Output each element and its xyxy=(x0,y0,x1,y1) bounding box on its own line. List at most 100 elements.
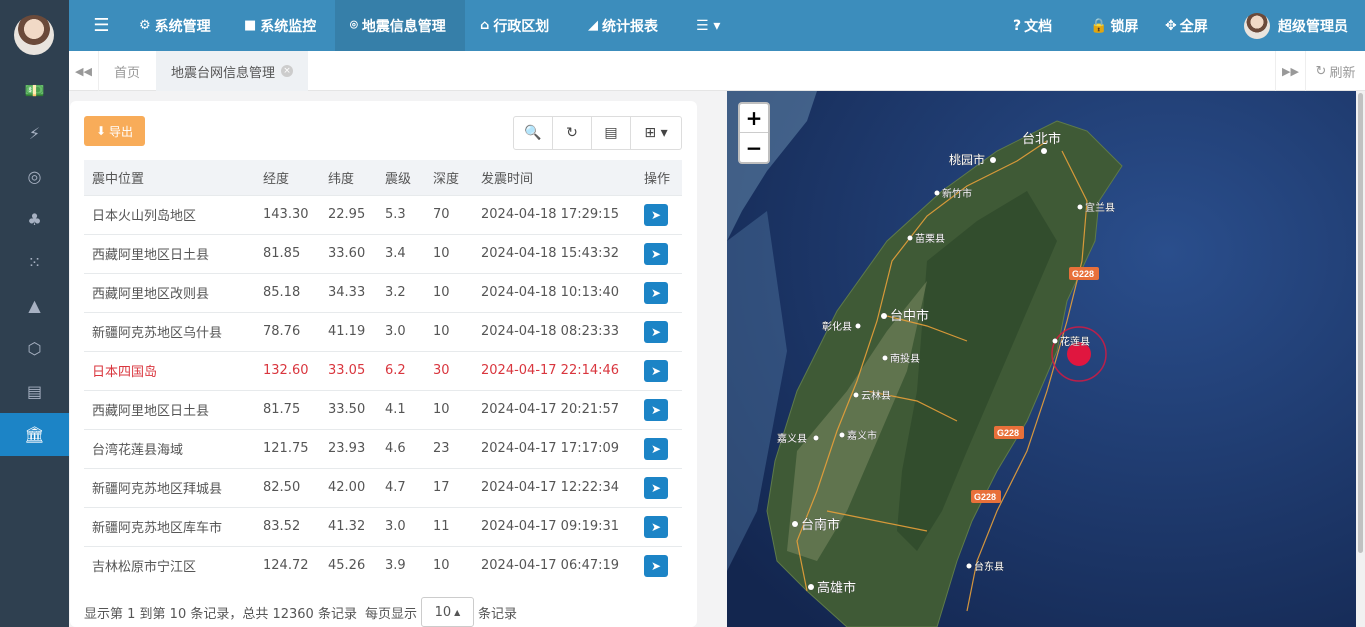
col-depth[interactable]: 深度 xyxy=(425,160,473,195)
cell-depth: 10 xyxy=(425,272,473,312)
cube-icon[interactable]: ⬡ xyxy=(0,327,69,370)
table-row[interactable]: 西藏阿里地区改则县 85.18 34.33 3.2 10 2024-04-18 10:13… xyxy=(84,272,682,312)
map-label-chiayi-county: 嘉义县 xyxy=(777,432,807,445)
nav-system-monitor[interactable]: ■ 系统监控 xyxy=(244,0,316,51)
grid-icon[interactable]: ⁙ xyxy=(0,241,69,284)
map-view[interactable]: 台北市 桃园市 新竹市 宜兰县 苗栗县 台中市 彰化县 南投县 花莲县 云林县 … xyxy=(727,91,1356,627)
menu-toggle-icon[interactable]: ☰ xyxy=(69,0,134,51)
cell-magnitude: 4.7 xyxy=(377,467,425,507)
locate-button[interactable]: ➤ xyxy=(644,437,668,460)
question-icon: ? xyxy=(1013,17,1022,34)
close-icon[interactable]: × xyxy=(281,65,294,77)
tab-scroll-left-icon[interactable]: ◀◀ xyxy=(69,51,99,91)
nav-stat-report[interactable]: ◢ 统计报表 xyxy=(588,0,658,51)
locate-button[interactable]: ➤ xyxy=(644,281,668,304)
cell-longitude: 81.75 xyxy=(255,389,320,429)
search-icon[interactable]: 🔍 xyxy=(514,117,553,149)
cell-latitude: 45.26 xyxy=(320,545,377,585)
col-longitude[interactable]: 经度 xyxy=(255,160,320,195)
table-row[interactable]: 日本火山列岛地区 143.30 22.95 5.3 70 2024-04-18 17:29… xyxy=(84,194,682,234)
refresh-icon[interactable]: ↻ xyxy=(553,117,592,149)
refresh-button[interactable]: ↻ 刷新 xyxy=(1305,51,1365,91)
nav-system-manage[interactable]: ⚙ 系统管理 xyxy=(139,0,211,51)
cell-action: ➤ xyxy=(636,194,682,234)
cell-magnitude: 3.9 xyxy=(377,545,425,585)
fullscreen-button[interactable]: ✥ 全屏 xyxy=(1165,0,1208,51)
map-label-hualien: 花莲县 xyxy=(1060,335,1090,348)
cell-latitude: 22.95 xyxy=(320,194,377,234)
export-button[interactable]: ⬇ 导出 xyxy=(84,116,145,146)
locate-button[interactable]: ➤ xyxy=(644,320,668,343)
tab-quake-network[interactable]: 地震台网信息管理 × xyxy=(156,51,309,91)
page-size-select[interactable]: 10 ▲ xyxy=(420,597,474,627)
tree-icon[interactable]: ♣ xyxy=(0,198,69,241)
col-time[interactable]: 发震时间 xyxy=(473,160,636,195)
locate-button[interactable]: ➤ xyxy=(644,554,668,577)
locate-button[interactable]: ➤ xyxy=(644,398,668,421)
target-icon[interactable]: ◎ xyxy=(0,155,69,198)
nav-more-dropdown[interactable]: ☰ ▾ xyxy=(696,0,720,51)
paper-plane-icon: ➤ xyxy=(650,324,662,339)
cell-magnitude: 6.2 xyxy=(377,350,425,390)
cell-longitude: 78.76 xyxy=(255,311,320,351)
cell-latitude: 33.50 xyxy=(320,389,377,429)
nav-quake-info[interactable]: ⌾ 地震信息管理 xyxy=(335,0,465,51)
col-magnitude[interactable]: 震级 xyxy=(377,160,425,195)
list-view-icon[interactable]: ▤ xyxy=(592,117,631,149)
paper-plane-icon: ➤ xyxy=(650,285,662,300)
cell-longitude: 81.85 xyxy=(255,233,320,273)
cell-longitude: 143.30 xyxy=(255,194,320,234)
per-page-suffix: 条记录 xyxy=(477,606,517,622)
cell-magnitude: 3.2 xyxy=(377,272,425,312)
locate-button[interactable]: ➤ xyxy=(644,242,668,265)
chart-icon[interactable]: ▲ xyxy=(0,284,69,327)
lock-screen-button[interactable]: 🔒 锁屏 xyxy=(1090,0,1138,51)
bolt-icon[interactable]: ⚡ xyxy=(0,112,69,155)
col-location[interactable]: 震中位置 xyxy=(84,160,255,195)
zoom-out-button[interactable]: − xyxy=(740,133,768,162)
zoom-in-button[interactable]: + xyxy=(740,104,768,133)
table-row[interactable]: 吉林松原市宁江区 124.72 45.26 3.9 10 2024-04-17 06:47… xyxy=(84,545,682,585)
nav-admin-division[interactable]: ⌂ 行政区划 xyxy=(480,0,549,51)
tab-bar: ◀◀ 首页 地震台网信息管理 × ▶▶ ↻ 刷新 xyxy=(69,51,1365,91)
locate-button[interactable]: ➤ xyxy=(644,476,668,499)
table-row[interactable]: 台湾花莲县海域 121.75 23.93 4.6 23 2024-04-17 17:17:… xyxy=(84,428,682,468)
cell-magnitude: 4.6 xyxy=(377,428,425,468)
paper-plane-icon: ➤ xyxy=(650,519,662,534)
cell-time: 2024-04-17 12:22:34 xyxy=(473,467,636,507)
table-row[interactable]: 新疆阿克苏地区乌什县 78.76 41.19 3.0 10 2024-04-18 08:2… xyxy=(84,311,682,351)
locate-button[interactable]: ➤ xyxy=(644,203,668,226)
newspaper-icon[interactable]: ▤ xyxy=(0,370,69,413)
cell-longitude: 124.72 xyxy=(255,545,320,585)
locate-button[interactable]: ➤ xyxy=(644,515,668,538)
cell-magnitude: 3.4 xyxy=(377,233,425,273)
bank-icon[interactable]: 🏛 xyxy=(0,413,69,456)
user-menu[interactable]: 超级管理员 xyxy=(1244,0,1348,51)
table-row[interactable]: 西藏阿里地区日土县 81.85 33.60 3.4 10 2024-04-18 15:43… xyxy=(84,233,682,273)
cell-time: 2024-04-18 15:43:32 xyxy=(473,233,636,273)
cell-time: 2024-04-17 09:19:31 xyxy=(473,506,636,546)
col-latitude[interactable]: 纬度 xyxy=(320,160,377,195)
tab-home[interactable]: 首页 xyxy=(99,51,155,91)
table-row[interactable]: 日本四国岛 132.60 33.05 6.2 30 2024-04-17 22:14:46… xyxy=(84,350,682,390)
cell-location: 西藏阿里地区日土县 xyxy=(84,233,255,273)
cell-magnitude: 3.0 xyxy=(377,311,425,351)
table-header: 震中位置 经度 纬度 震级 深度 发震时间 操作 xyxy=(84,160,682,195)
avatar[interactable] xyxy=(14,15,54,55)
scrollbar-thumb[interactable] xyxy=(1358,93,1363,553)
cell-location: 台湾花莲县海域 xyxy=(84,428,255,468)
pagination-summary: 显示第 1 到第 10 条记录，总共 12360 条记录 xyxy=(84,606,357,622)
locate-button[interactable]: ➤ xyxy=(644,359,668,382)
cell-action: ➤ xyxy=(636,506,682,546)
map-label-taitung: 台东县 xyxy=(974,560,1004,573)
tab-scroll-right-icon[interactable]: ▶▶ xyxy=(1275,51,1305,91)
columns-dropdown-icon[interactable]: ⊞ ▾ xyxy=(631,117,681,149)
docs-link[interactable]: ? 文档 xyxy=(1013,0,1052,51)
table-row[interactable]: 新疆阿克苏地区拜城县 82.50 42.00 4.7 17 2024-04-17 12:2… xyxy=(84,467,682,507)
cell-action: ➤ xyxy=(636,233,682,273)
table-row[interactable]: 新疆阿克苏地区库车市 83.52 41.32 3.0 11 2024-04-17 09:1… xyxy=(84,506,682,546)
money-icon[interactable]: 💵 xyxy=(0,69,69,112)
video-icon: ■ xyxy=(244,18,257,33)
table-row[interactable]: 西藏阿里地区日土县 81.75 33.50 4.1 10 2024-04-17 20:21… xyxy=(84,389,682,429)
gear-icon: ⚙ xyxy=(139,18,151,33)
